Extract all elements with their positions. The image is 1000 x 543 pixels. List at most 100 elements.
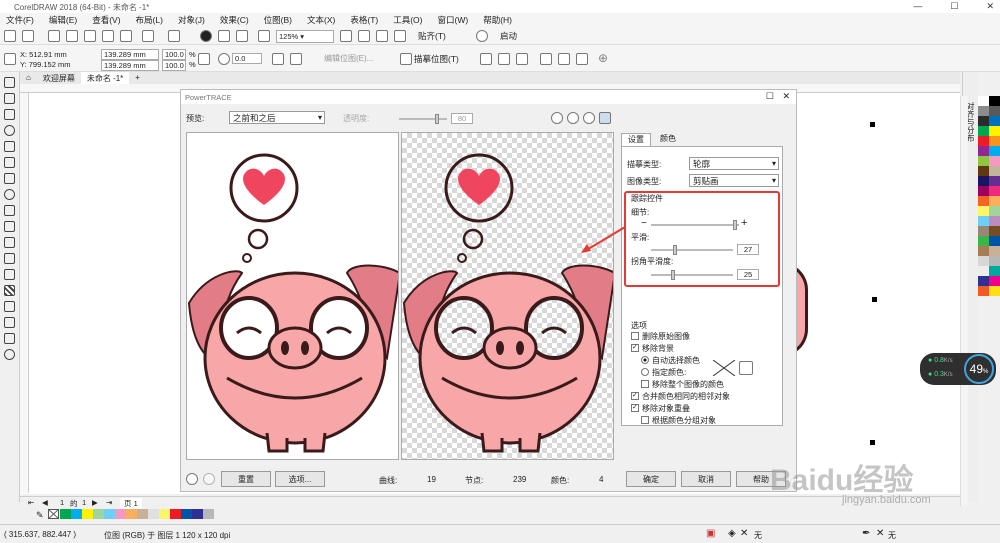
selection-handle[interactable] <box>870 440 875 445</box>
color-mode-icon[interactable]: ▣ <box>706 528 715 539</box>
selection-handle[interactable] <box>870 122 875 127</box>
options-button[interactable]: 选项... <box>275 471 325 487</box>
document-palette[interactable] <box>60 509 214 519</box>
palette-swatch[interactable] <box>978 206 989 216</box>
export-icon[interactable] <box>236 30 248 42</box>
detail-decrease-icon[interactable]: − <box>641 218 647 229</box>
copy-icon[interactable] <box>102 30 114 42</box>
palette-swatch[interactable] <box>978 286 989 296</box>
import-icon[interactable] <box>218 30 230 42</box>
open-icon[interactable] <box>22 30 34 42</box>
no-fill-swatch[interactable] <box>48 509 59 519</box>
ok-button[interactable]: 确定 <box>626 471 676 487</box>
palette-swatch[interactable] <box>978 126 989 136</box>
palette-swatch[interactable] <box>989 176 1000 186</box>
mirror-v-icon[interactable] <box>290 53 302 65</box>
zoom-out-icon[interactable] <box>567 112 579 124</box>
palette-swatch[interactable] <box>978 196 989 206</box>
freehand-tool-icon[interactable] <box>4 141 15 152</box>
document-palette-swatch[interactable] <box>71 509 82 519</box>
no-color-swatch[interactable] <box>713 360 735 376</box>
menu-item-10[interactable]: 窗口(W) <box>432 13 478 27</box>
palette-swatch[interactable] <box>978 276 989 286</box>
before-preview[interactable] <box>186 132 399 460</box>
smooth-value[interactable]: 27 <box>737 244 759 255</box>
document-palette-swatch[interactable] <box>192 509 203 519</box>
print-icon[interactable] <box>66 30 78 42</box>
shape-tool-icon[interactable] <box>4 93 15 104</box>
trace-type-select[interactable]: 轮廓 <box>689 157 779 170</box>
document-palette-swatch[interactable] <box>60 509 71 519</box>
dialog-maximize-button[interactable]: ☐ <box>766 91 774 102</box>
pan-hand-icon[interactable] <box>599 112 611 124</box>
first-page-icon[interactable]: ⇤ <box>28 498 34 507</box>
image-type-select[interactable]: 剪贴画 <box>689 174 779 187</box>
undo-trace-icon[interactable] <box>186 473 198 485</box>
rectangle-tool-icon[interactable] <box>4 173 15 184</box>
tab-home-icon[interactable]: ⌂ <box>20 72 37 84</box>
palette-swatch[interactable] <box>989 106 1000 116</box>
palette-swatch[interactable] <box>989 276 1000 286</box>
eyedropper-small-icon[interactable]: ✎ <box>36 510 44 521</box>
add-tool-icon[interactable] <box>4 349 15 360</box>
palette-swatch[interactable] <box>978 236 989 246</box>
bitmap-outline-icon[interactable] <box>516 53 528 65</box>
color-palette[interactable] <box>978 96 1000 506</box>
preview-select[interactable]: 之前和之后 <box>229 111 325 124</box>
object-origin-icon[interactable] <box>4 53 16 65</box>
pick-tool-icon[interactable] <box>4 77 15 88</box>
text-tool-icon[interactable] <box>4 221 15 232</box>
link-icon[interactable] <box>576 53 588 65</box>
ellipse-tool-icon[interactable] <box>4 189 15 200</box>
palette-swatch[interactable] <box>978 226 989 236</box>
outline-pen-icon[interactable]: ✒ <box>862 528 870 539</box>
specify-color-radio[interactable] <box>641 368 649 376</box>
trace-bitmap-button[interactable]: 描摹位图(T) <box>414 53 459 65</box>
palette-swatch[interactable] <box>978 166 989 176</box>
detail-slider[interactable] <box>651 220 739 230</box>
trace-bitmap-icon[interactable] <box>400 53 412 65</box>
palette-swatch[interactable] <box>978 246 989 256</box>
palette-swatch[interactable] <box>978 156 989 166</box>
vertical-scrollbar[interactable] <box>960 96 968 506</box>
zoom-fit-icon[interactable] <box>583 112 595 124</box>
interactive-fill-tool-icon[interactable] <box>4 317 15 328</box>
crop-tool-icon[interactable] <box>4 109 15 120</box>
menu-item-2[interactable]: 查看(V) <box>86 13 129 27</box>
palette-swatch[interactable] <box>989 186 1000 196</box>
snap-to-menu[interactable]: 贴齐(T) <box>418 30 446 42</box>
tab-welcome[interactable]: 欢迎屏幕 <box>37 72 81 84</box>
palette-swatch[interactable] <box>989 206 1000 216</box>
scale-x-field[interactable]: 100.0 <box>162 49 186 60</box>
document-palette-swatch[interactable] <box>170 509 181 519</box>
palette-swatch[interactable] <box>989 256 1000 266</box>
palette-swatch[interactable] <box>989 246 1000 256</box>
palette-swatch[interactable] <box>989 136 1000 146</box>
zoom-tool-icon[interactable] <box>4 125 15 136</box>
search-content-icon[interactable] <box>200 30 212 42</box>
smart-fill-tool-icon[interactable] <box>4 333 15 344</box>
add-icon[interactable]: ⊕ <box>598 51 608 65</box>
prev-page-icon[interactable]: ◀ <box>42 498 48 507</box>
reset-button[interactable]: 重置 <box>221 471 271 487</box>
tab-colors[interactable]: 颜色 <box>653 133 683 146</box>
close-button[interactable]: ✕ <box>986 1 994 12</box>
palette-swatch[interactable] <box>989 286 1000 296</box>
show-rulers-icon[interactable] <box>358 30 370 42</box>
menu-item-6[interactable]: 位图(B) <box>258 13 301 27</box>
menu-item-3[interactable]: 布局(L) <box>130 13 172 27</box>
artistic-media-tool-icon[interactable] <box>4 157 15 168</box>
merge-adjacent-checkbox[interactable]: ✓ <box>631 392 639 400</box>
menu-item-11[interactable]: 帮助(H) <box>477 13 521 27</box>
bitmap-color-mask-icon[interactable] <box>540 53 552 65</box>
palette-swatch[interactable] <box>989 156 1000 166</box>
x-position[interactable]: X: 512.91 mm <box>20 50 67 59</box>
rotate-icon[interactable] <box>218 53 230 65</box>
smooth-slider[interactable] <box>651 245 733 255</box>
redo-icon[interactable] <box>168 30 180 42</box>
page-tab[interactable]: 页 1 <box>120 498 142 509</box>
height-field[interactable]: 139.289 mm <box>101 60 159 71</box>
document-palette-swatch[interactable] <box>126 509 137 519</box>
next-page-icon[interactable]: ▶ <box>92 498 98 507</box>
crop-bitmap-icon[interactable] <box>480 53 492 65</box>
